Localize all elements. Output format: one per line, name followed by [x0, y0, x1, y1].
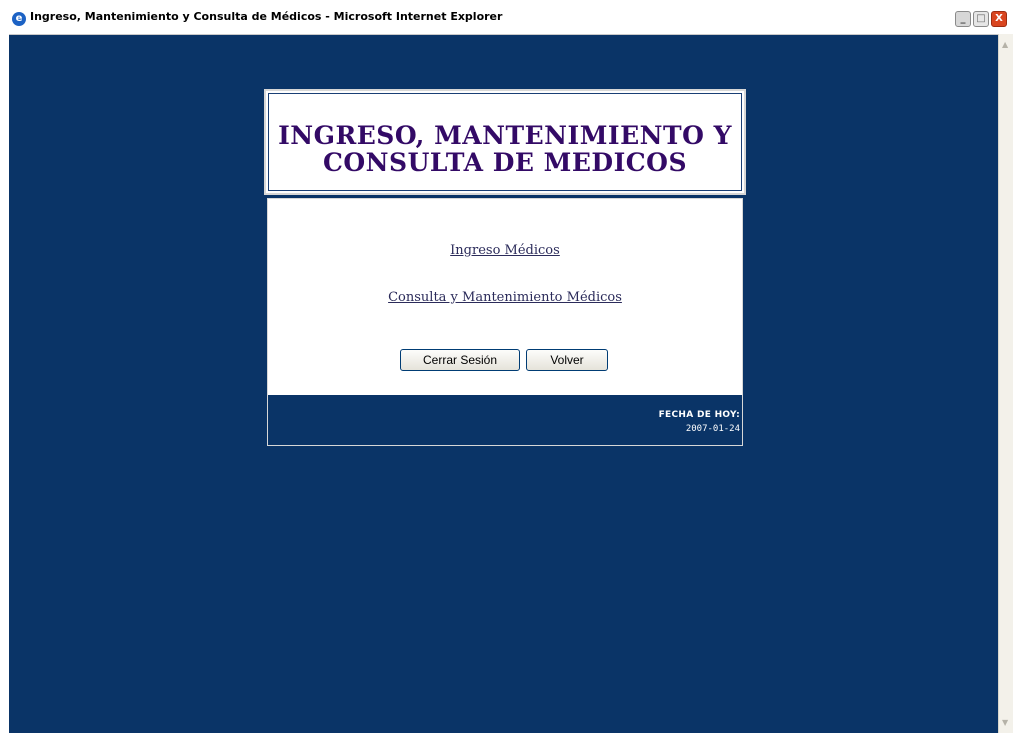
page-title: INGRESO, MANTENIMIENTO Y CONSULTA DE MED… — [278, 121, 732, 177]
browser-window: e Ingreso, Mantenimiento y Consulta de M… — [0, 0, 1013, 733]
header-panel: INGRESO, MANTENIMIENTO Y CONSULTA DE MED… — [264, 89, 746, 195]
maximize-button[interactable]: □ — [973, 11, 989, 27]
date-label: FECHA DE HOY: — [658, 410, 740, 420]
logout-button[interactable]: Cerrar Sesión — [400, 349, 520, 371]
scroll-up-icon[interactable]: ▲ — [1002, 40, 1008, 49]
back-button[interactable]: Volver — [526, 349, 608, 371]
minimize-button[interactable]: _ — [955, 11, 971, 27]
date-value: 2007-01-24 — [685, 424, 740, 434]
header-inner-frame: INGRESO, MANTENIMIENTO Y CONSULTA DE MED… — [268, 93, 742, 191]
close-button[interactable]: X — [991, 11, 1007, 27]
vertical-scrollbar[interactable]: ▲ ▼ — [998, 34, 1013, 733]
ingreso-medicos-link[interactable]: Ingreso Médicos — [268, 243, 742, 258]
internet-explorer-icon: e — [12, 12, 26, 26]
window-frame-left — [0, 34, 9, 733]
window-title: Ingreso, Mantenimiento y Consulta de Méd… — [30, 10, 503, 23]
menu-panel: Ingreso Médicos Consulta y Mantenimiento… — [268, 199, 742, 395]
content-panel: Ingreso Médicos Consulta y Mantenimiento… — [267, 198, 743, 446]
consulta-mantenimiento-link[interactable]: Consulta y Mantenimiento Médicos — [268, 290, 742, 305]
title-bar: e Ingreso, Mantenimiento y Consulta de M… — [0, 0, 1013, 35]
scroll-down-icon[interactable]: ▼ — [1002, 718, 1008, 727]
